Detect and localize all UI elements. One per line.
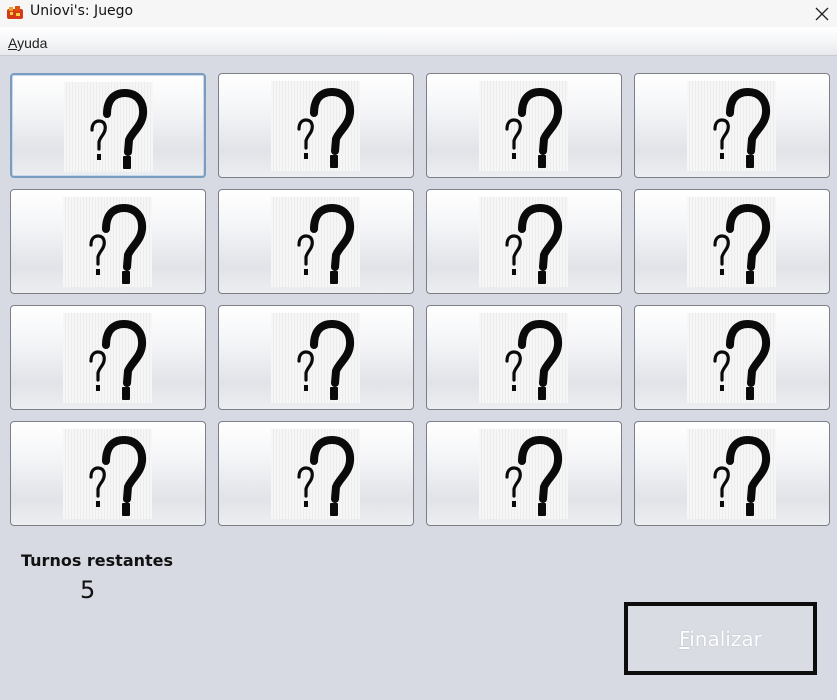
close-button[interactable]	[807, 0, 837, 27]
card-r1-c3[interactable]	[426, 73, 622, 178]
card-r3-c1[interactable]	[10, 305, 206, 410]
card-r4-c1[interactable]	[10, 421, 206, 526]
question-mark-icon	[63, 197, 152, 287]
question-mark-icon	[271, 81, 360, 171]
card-r2-c3[interactable]	[426, 189, 622, 294]
close-icon	[815, 7, 829, 20]
window-title: Uniovi's: Juego	[30, 3, 134, 19]
question-mark-icon	[63, 429, 152, 519]
question-mark-icon	[687, 197, 776, 287]
question-mark-icon	[271, 197, 360, 287]
title-bar: Uniovi's: Juego	[0, 0, 837, 27]
card-r1-c1[interactable]	[10, 73, 206, 178]
menu-ayuda-mnemonic: A	[8, 35, 18, 51]
menu-bar: Ayuda	[0, 27, 837, 56]
card-r2-c1[interactable]	[10, 189, 206, 294]
card-r3-c3[interactable]	[426, 305, 622, 410]
menu-ayuda-label: yuda	[17, 35, 48, 51]
card-r1-c2[interactable]	[218, 73, 414, 178]
question-mark-icon	[63, 313, 152, 403]
card-r1-c4[interactable]	[634, 73, 830, 178]
question-mark-icon	[687, 313, 776, 403]
app-icon	[6, 5, 24, 21]
finish-button-label: Finalizar	[679, 627, 762, 651]
turns-label: Turnos restantes	[21, 551, 174, 570]
card-r4-c3[interactable]	[426, 421, 622, 526]
question-mark-icon	[687, 429, 776, 519]
question-mark-icon	[271, 429, 360, 519]
question-mark-icon	[64, 82, 153, 172]
card-r3-c4[interactable]	[634, 305, 830, 410]
card-r4-c4[interactable]	[634, 421, 830, 526]
finish-mnemonic: F	[679, 626, 690, 651]
finish-button[interactable]: Finalizar	[624, 602, 817, 675]
menu-ayuda[interactable]: Ayuda	[8, 35, 47, 51]
question-mark-icon	[687, 81, 776, 171]
card-r4-c2[interactable]	[218, 421, 414, 526]
question-mark-icon	[271, 313, 360, 403]
question-mark-icon	[479, 429, 568, 519]
question-mark-icon	[479, 197, 568, 287]
card-r2-c4[interactable]	[634, 189, 830, 294]
card-grid	[10, 73, 830, 526]
card-r3-c2[interactable]	[218, 305, 414, 410]
turns-value: 5	[80, 576, 96, 604]
finish-rest: inalizar	[689, 626, 762, 651]
card-r2-c2[interactable]	[218, 189, 414, 294]
question-mark-icon	[479, 81, 568, 171]
question-mark-icon	[479, 313, 568, 403]
